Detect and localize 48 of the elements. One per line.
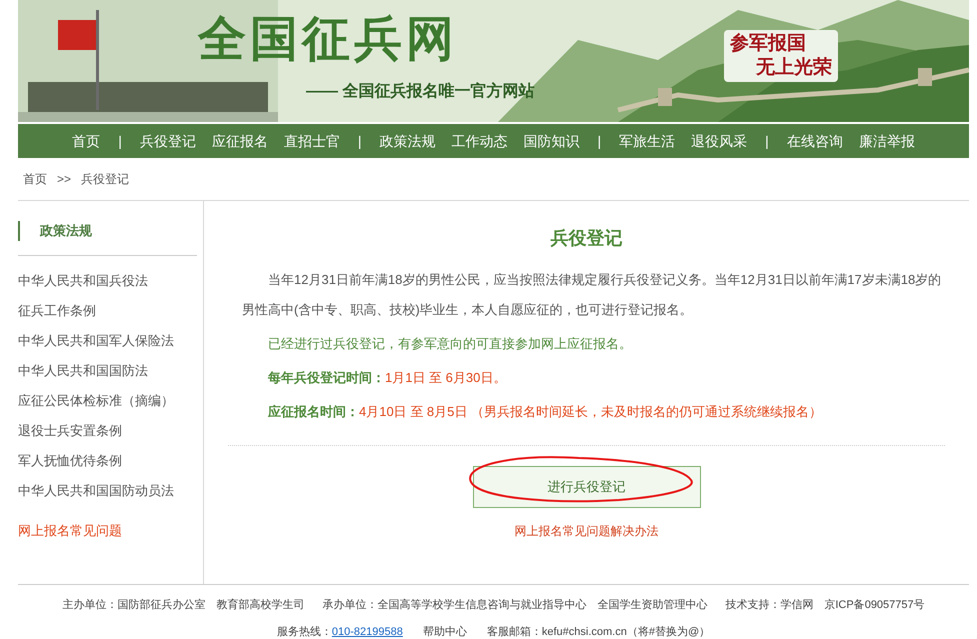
breadcrumb-item[interactable]: 兵役登记 [81, 170, 130, 188]
breadcrumb-item: >> [57, 171, 72, 188]
footer-text: 客服邮箱：kefu#chsi.com.cn（将#替换为@） [486, 624, 710, 639]
schedule-value: 1月1日 至 6月30日。 [385, 370, 506, 385]
sidebar-link[interactable]: 中华人民共和国国防法 [18, 356, 203, 386]
nav-link[interactable]: 应征报名 [210, 130, 270, 152]
page-title: 兵役登记 [550, 227, 622, 250]
nav-link[interactable]: 国防知识 [522, 130, 582, 152]
sidebar-link[interactable]: 中华人民共和国国防动员法 [18, 476, 203, 506]
footer-text: 服务热线： [276, 624, 332, 639]
site-tagline: —— 全国征兵报名唯一官方网站 [306, 81, 534, 102]
hotline-link[interactable]: 010-82199588 [332, 624, 403, 639]
footer-text: 帮助中心 [422, 624, 467, 639]
schedule-value: 4月10日 至 8月5日 （男兵报名时间延长，未及时报名的仍可通过系统继续报名） [359, 404, 822, 419]
slogan-text: 无上光荣 [754, 56, 832, 80]
nav-link[interactable]: 廉洁举报 [856, 130, 917, 152]
sidebar-link[interactable]: 军人抚恤优待条例 [18, 446, 203, 476]
sidebar-link[interactable]: 征兵工作条例 [18, 296, 203, 326]
schedule-label: 每年兵役登记时间： [268, 370, 385, 385]
sidebar-link[interactable]: 网上报名常见问题 [18, 516, 203, 546]
nav-link[interactable]: 在线咨询 [784, 130, 845, 152]
help-link[interactable]: 网上报名常见问题解决办法 [514, 522, 658, 540]
sidebar-link[interactable]: 退役士兵安置条例 [18, 416, 203, 446]
nav-link[interactable]: 退役风采 [689, 130, 750, 152]
sidebar-link[interactable]: 中华人民共和国军人保险法 [18, 326, 203, 356]
register-button[interactable]: 进行兵役登记 [472, 466, 700, 508]
footer-text: 承办单位：全国高等学校学生信息咨询与就业指导中心 全国学生资助管理中心 [322, 598, 708, 613]
footer-text: 主办单位：国防部征兵办公室 教育部高校学生司 [62, 598, 304, 613]
nav-link[interactable]: 直招士官 [282, 130, 342, 152]
slogan-text: 参军报国 [730, 32, 807, 56]
nav-link[interactable]: 首页 [70, 130, 102, 152]
nav-link[interactable]: 兵役登记 [138, 130, 198, 152]
sidebar-heading: 政策法规 [18, 221, 197, 241]
notice-text: 已经进行过兵役登记，有参军意向的可直接参加网上应征报名。 [267, 335, 633, 353]
nav-separator: | [117, 132, 123, 151]
footer-text: 技术支持：学信网 京ICP备09057757号 [725, 598, 925, 613]
nav-separator: | [764, 132, 770, 151]
sidebar-link[interactable]: 应征公民体检标准（摘编） [18, 386, 203, 416]
schedule-label: 应征报名时间： [268, 404, 359, 419]
sidebar-link[interactable]: 中华人民共和国兵役法 [18, 266, 203, 296]
site-name: 全国征兵网 [198, 16, 458, 64]
nav-separator: | [596, 132, 602, 151]
intro-paragraph: 当年12月31日前年满18岁的男性公民，应当按照法律规定履行兵役登记义务。当年12月31日以前年满17岁未满18岁的男性高中(含中专、职高、技校)毕业生，本人自愿应征的，也可进行登记报名。 [242, 271, 942, 319]
breadcrumb-item[interactable]: 首页 [23, 170, 47, 188]
nav-link[interactable]: 军旅生活 [617, 130, 678, 152]
nav-link[interactable]: 政策法规 [378, 130, 438, 152]
nav-link[interactable]: 工作动态 [450, 130, 510, 152]
nav-separator: | [356, 132, 362, 151]
